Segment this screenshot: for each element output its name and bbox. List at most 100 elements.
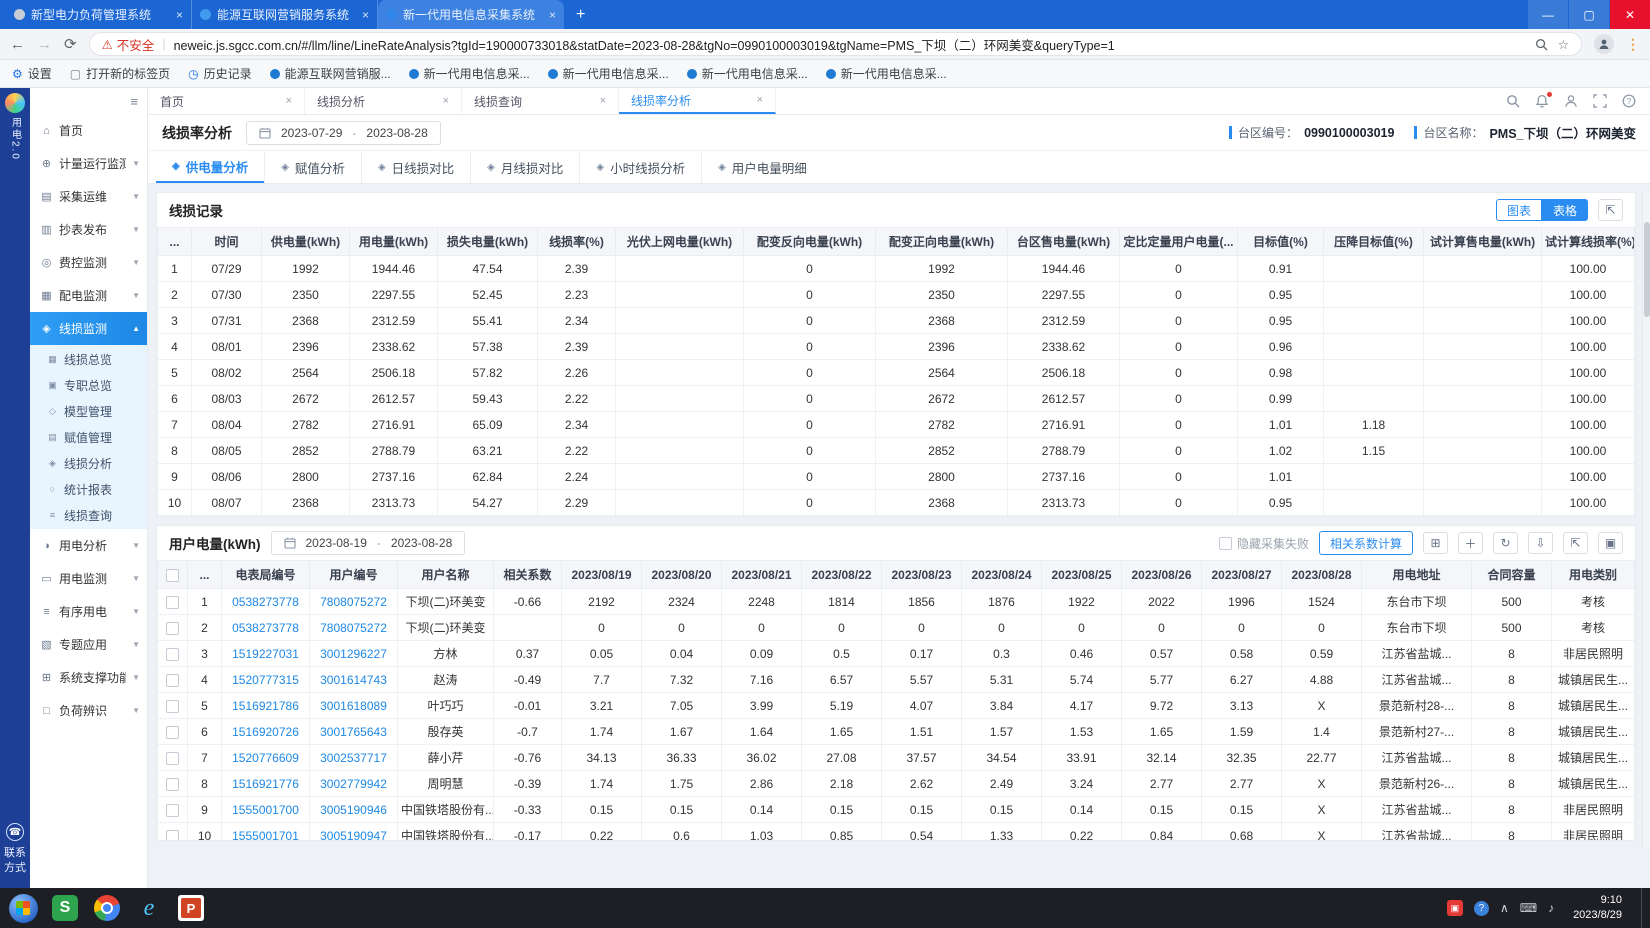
column-header[interactable]: 配变正向电量(kWh) <box>876 228 1008 256</box>
row-checkbox[interactable] <box>166 752 179 765</box>
row-checkbox[interactable] <box>166 648 179 661</box>
column-header[interactable]: 2023/08/21 <box>722 561 802 589</box>
checkbox-icon[interactable] <box>1219 537 1232 550</box>
column-header[interactable]: 损失电量(kWh) <box>438 228 538 256</box>
date-range-picker[interactable]: 2023-07-29 - 2023-08-28 <box>246 121 441 145</box>
tab-line-rate-analysis[interactable]: 线损率分析× <box>619 88 776 114</box>
sidebar-item-metering-monitor[interactable]: ⊕计量运行监测▼ <box>30 147 147 180</box>
column-header[interactable]: 2023/08/26 <box>1122 561 1202 589</box>
chart-view-button[interactable]: 图表 <box>1496 199 1542 221</box>
column-header[interactable]: 配变反向电量(kWh) <box>744 228 876 256</box>
column-header[interactable]: 2023/08/28 <box>1282 561 1362 589</box>
cell-link[interactable]: 0538273778 <box>222 589 310 615</box>
column-header[interactable]: 相关系数 <box>494 561 562 589</box>
bookmark-settings[interactable]: ⚙设置 <box>12 65 52 82</box>
export-icon[interactable]: ⇱ <box>1598 199 1623 221</box>
subtab-hourly-loss-analysis[interactable]: ◈小时线损分析 <box>579 151 701 183</box>
column-header[interactable]: 2023/08/24 <box>962 561 1042 589</box>
row-checkbox[interactable] <box>166 830 179 841</box>
sidebar-item-distribution-monitor[interactable]: ▦配电监测▼ <box>30 279 147 312</box>
column-header[interactable]: 用户编号 <box>310 561 398 589</box>
column-header[interactable]: 试计算售电量(kWh) <box>1424 228 1542 256</box>
column-header[interactable]: 合同容量 <box>1472 561 1552 589</box>
sidebar-item-orderly-power[interactable]: ≡有序用电▼ <box>30 595 147 628</box>
select-all-checkbox[interactable] <box>166 569 179 582</box>
close-icon[interactable]: × <box>176 8 183 22</box>
column-header[interactable]: 电表局编号 <box>222 561 310 589</box>
submenu-model-mgmt[interactable]: ◇模型管理 <box>30 398 147 424</box>
cell-link[interactable]: 3001296227 <box>310 641 398 667</box>
correlation-calc-button[interactable]: 相关系数计算 <box>1319 531 1413 555</box>
bookmark-power-info-3[interactable]: 新一代用电信息采... <box>687 65 808 82</box>
table-row[interactable]: 107/2919921944.4647.542.39019921944.4600… <box>158 256 1635 282</box>
row-checkbox[interactable] <box>166 804 179 817</box>
scrollbar-thumb[interactable] <box>1644 222 1650 317</box>
forward-icon[interactable]: → <box>37 37 52 52</box>
column-header[interactable]: 时间 <box>192 228 262 256</box>
row-checkbox[interactable] <box>166 596 179 609</box>
close-window-button[interactable]: ✕ <box>1610 0 1650 29</box>
table-row[interactable]: 1008/0723682313.7354.272.29023682313.730… <box>158 490 1635 516</box>
user-icon[interactable] <box>1564 94 1578 108</box>
column-header[interactable]: 用户名称 <box>398 561 494 589</box>
cell-link[interactable]: 3005190946 <box>310 797 398 823</box>
column-header[interactable]: 试计算线损率(%) <box>1542 228 1635 256</box>
show-desktop-button[interactable] <box>1641 888 1648 928</box>
hide-failed-checkbox[interactable]: 隐藏采集失败 <box>1219 535 1309 552</box>
url-input[interactable]: ⚠ 不安全 | neweic.js.sgcc.com.cn/#/llm/line… <box>89 32 1582 56</box>
browser-tab-power-info-active[interactable]: 新一代用电信息采集系统 × <box>378 0 564 29</box>
collapse-menu-icon[interactable]: ≡ <box>130 94 138 109</box>
columns-icon[interactable]: ⊞ <box>1423 532 1448 554</box>
cell-link[interactable]: 1519227031 <box>222 641 310 667</box>
cell-link[interactable]: 1516921776 <box>222 771 310 797</box>
vertical-scrollbar[interactable] <box>1642 192 1650 848</box>
start-button[interactable] <box>6 891 40 925</box>
cell-link[interactable]: 7808075272 <box>310 589 398 615</box>
notification-bell-icon[interactable] <box>1535 94 1549 108</box>
sidebar-item-home[interactable]: ⌂首页 <box>30 114 147 147</box>
subtab-user-power-detail[interactable]: ◈用户电量明细 <box>701 151 823 183</box>
taskbar-app-s[interactable]: S <box>48 891 82 925</box>
table-row[interactable]: 715207766093002537717薛小芹-0.7634.1336.333… <box>158 745 1635 771</box>
row-checkbox[interactable] <box>166 622 179 635</box>
table-row[interactable]: 105382737787808075272下坝(二)环美变-0.66219223… <box>158 589 1635 615</box>
table-view-button[interactable]: 表格 <box>1542 199 1588 221</box>
browser-tab-energy-marketing[interactable]: 能源互联网营销服务系统 × <box>192 0 378 29</box>
submenu-loss-overview[interactable]: ▦线损总览 <box>30 346 147 372</box>
taskbar-powerpoint[interactable]: P <box>174 891 208 925</box>
table-row[interactable]: 815169217763002779942周明慧-0.391.741.752.8… <box>158 771 1635 797</box>
subtab-daily-loss-compare[interactable]: ◈日线损对比 <box>361 151 470 183</box>
cell-link[interactable]: 0538273778 <box>222 615 310 641</box>
cell-link[interactable]: 3005190947 <box>310 823 398 842</box>
table-row[interactable]: 908/0628002737.1662.842.24028002737.1601… <box>158 464 1635 490</box>
bookmark-history[interactable]: ◷历史记录 <box>188 65 252 82</box>
new-tab-button[interactable]: + <box>564 0 597 29</box>
taskbar-clock[interactable]: 9:10 2023/8/29 <box>1565 893 1630 923</box>
export-icon[interactable]: ⇱ <box>1563 532 1588 554</box>
table-row[interactable]: 207/3023502297.5552.452.23023502297.5500… <box>158 282 1635 308</box>
column-header[interactable]: 定比定量用户电量(... <box>1120 228 1238 256</box>
cell-link[interactable]: 3001618089 <box>310 693 398 719</box>
bookmark-new-tab-page[interactable]: ▢打开新的标签页 <box>70 65 170 82</box>
close-icon[interactable]: × <box>757 94 763 106</box>
cell-link[interactable]: 7808075272 <box>310 615 398 641</box>
column-header[interactable]: 压降目标值(%) <box>1324 228 1424 256</box>
column-header[interactable]: 供电量(kWh) <box>262 228 350 256</box>
row-checkbox[interactable] <box>166 700 179 713</box>
close-icon[interactable]: × <box>286 95 292 107</box>
cell-link[interactable]: 1516921786 <box>222 693 310 719</box>
column-header[interactable]: 2023/08/23 <box>882 561 962 589</box>
tab-home[interactable]: 首页× <box>148 88 305 114</box>
table-row[interactable]: 915550017003005190946中国铁塔股份有...-0.330.15… <box>158 797 1635 823</box>
submenu-loss-analysis[interactable]: ◈线损分析 <box>30 450 147 476</box>
table-row[interactable]: 608/0326722612.5759.432.22026722612.5700… <box>158 386 1635 412</box>
contact-widget[interactable]: ☎ 联系方式 <box>4 823 26 876</box>
minimize-button[interactable]: — <box>1528 0 1568 29</box>
table-row[interactable]: 508/0225642506.1857.822.26025642506.1800… <box>158 360 1635 386</box>
cell-link[interactable]: 3001765643 <box>310 719 398 745</box>
tray-help-icon[interactable]: ? <box>1474 901 1489 916</box>
sidebar-item-fee-control[interactable]: ◎费控监测▼ <box>30 246 147 279</box>
column-header[interactable]: 2023/08/22 <box>802 561 882 589</box>
column-header[interactable]: 目标值(%) <box>1238 228 1324 256</box>
sidebar-item-power-monitor[interactable]: ▭用电监测▼ <box>30 562 147 595</box>
